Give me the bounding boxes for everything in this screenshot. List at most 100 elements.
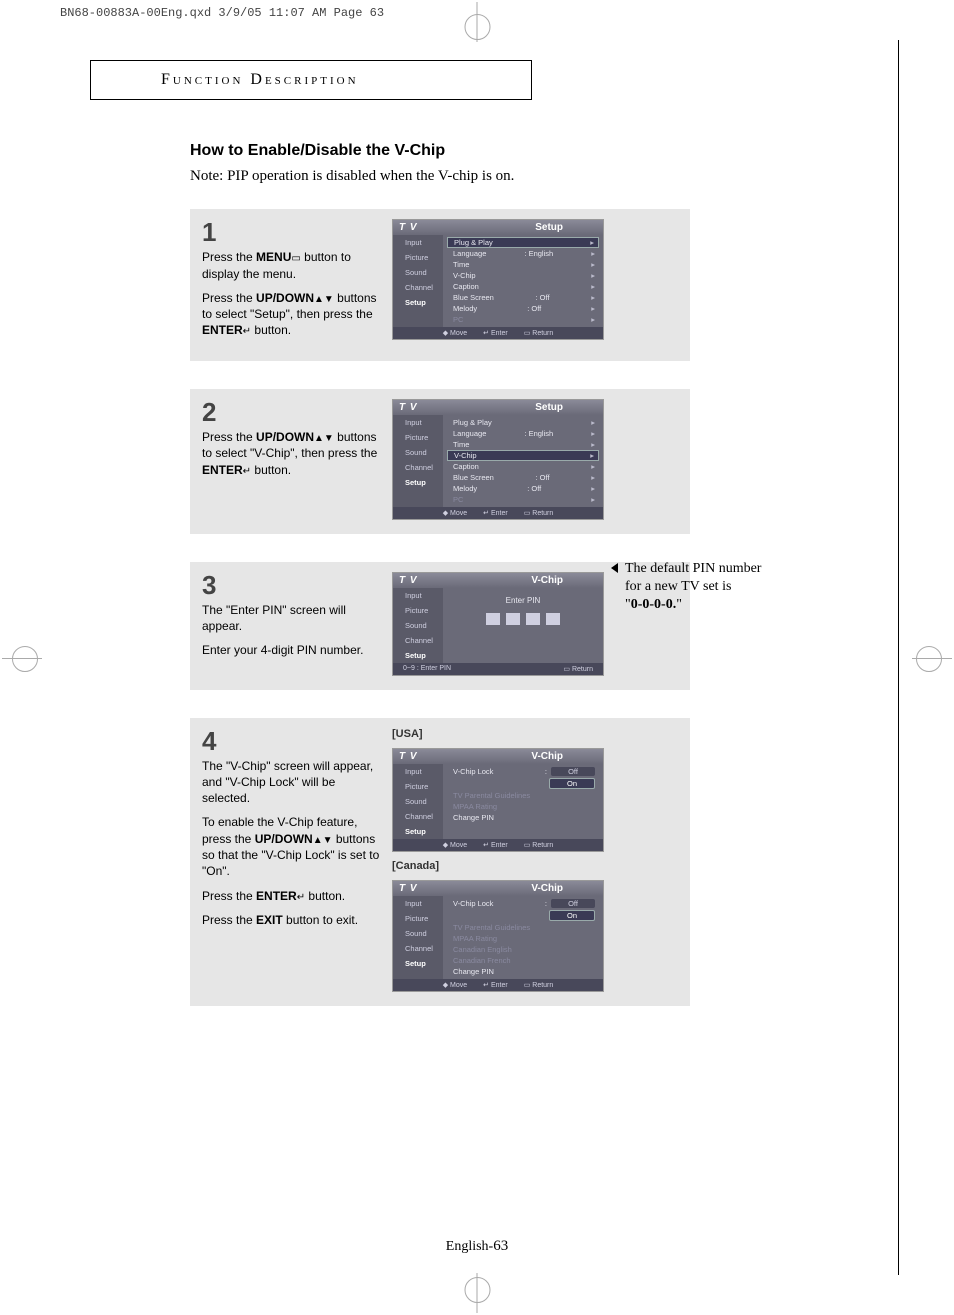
vchip-on-row: On (445, 777, 601, 790)
osd-side-sound: Sound (393, 445, 443, 460)
vchip-off-pill: Off (551, 767, 595, 776)
vchip-lock-row: V-Chip Lock : Off (445, 898, 601, 909)
osd-title: V-Chip (531, 883, 563, 894)
osd-side-sound: Sound (393, 618, 443, 633)
margin-note: The default PIN number for a new TV set … (625, 560, 795, 615)
osd-side-channel: Channel (393, 280, 443, 295)
step-1-number: 1 (202, 219, 382, 245)
osd-side-picture: Picture (393, 250, 443, 265)
txents: button to exit. (283, 913, 358, 927)
osd-row-time: Time▸ (445, 439, 601, 450)
usa-label: [USA] (392, 728, 678, 740)
page-footer: English-63 (446, 1238, 508, 1255)
osd-row-tvpg: TV Parental Guidelines (445, 922, 601, 933)
osd-row-vchip: V-Chip▸ (445, 270, 601, 281)
osd-side-setup: Setup (393, 648, 443, 663)
osd-main: V-Chip Lock : Off On TV Parental Guideli… (443, 764, 603, 839)
txt: Enter your 4-digit PIN number. (202, 642, 382, 658)
pointer-left-icon (611, 563, 618, 573)
pin-digit-3 (526, 613, 540, 625)
step-3-number: 3 (202, 572, 382, 598)
osd-row-pc: PC▸ (445, 314, 601, 325)
step-3-text: 3 The "Enter PIN" screen will appear. En… (202, 572, 382, 676)
txt: button. (251, 463, 291, 477)
osd-side-channel: Channel (393, 460, 443, 475)
osd-row-tvpg: TV Parental Guidelines (445, 790, 601, 801)
osd-side-picture: Picture (393, 779, 443, 794)
updown-btn-ref: UP/DOWN (256, 430, 314, 444)
menu-icon: ▭ (291, 253, 300, 264)
osd-row-caption: Caption▸ (445, 281, 601, 292)
osd-row-plugplay: Plug & Play▸ (445, 417, 601, 428)
osd-row-pc: PC▸ (445, 494, 601, 505)
osd-row-time: Time▸ (445, 259, 601, 270)
osd-main: Plug & Play▸ Language: English▸ Time▸ V-… (443, 415, 603, 507)
page-number: 63 (493, 1238, 508, 1254)
print-job-header: BN68-00883A-00Eng.qxd 3/9/05 11:07 AM Pa… (60, 6, 384, 20)
osd-title: Setup (535, 222, 563, 233)
menu-btn-ref: MENU (256, 250, 291, 264)
osd-tv-label: T V (399, 883, 418, 894)
osd-sidebar: Input Picture Sound Channel Setup (393, 764, 443, 839)
osd-sidebar: Input Picture Sound Channel Setup (393, 235, 443, 327)
osd-side-input: Input (393, 235, 443, 250)
crop-mark-left (2, 658, 42, 659)
page-content: Function Description How to Enable/Disab… (90, 60, 870, 1034)
osd-sidebar: Input Picture Sound Channel Setup (393, 896, 443, 979)
osd-side-channel: Channel (393, 941, 443, 956)
section-heading: How to Enable/Disable the V-Chip (190, 142, 870, 160)
txt: Press the (202, 291, 256, 305)
osd-footer: 0~9 : Enter PIN ▭ Return (393, 663, 603, 675)
exit-btn-ref: EXIT (256, 913, 283, 927)
updown-icon: ▲▼ (314, 294, 334, 305)
txt: Press the (202, 250, 256, 264)
osd-side-sound: Sound (393, 926, 443, 941)
enter-btn-ref: ENTER (256, 889, 297, 903)
osd-row-melody: Melody: Off▸ (445, 303, 601, 314)
osd-main: Plug & Play▸ Language: English▸ Time▸ V-… (443, 235, 603, 327)
osd-row-mpaa: MPAA Rating (445, 801, 601, 812)
osd-side-picture: Picture (393, 603, 443, 618)
osd-side-input: Input (393, 588, 443, 603)
osd-footer: ◆ Move ↵ Enter ▭ Return (393, 839, 603, 851)
txt: Press the (202, 430, 256, 444)
txt: The "V-Chip" screen will appear, and "V-… (202, 758, 382, 807)
step-1: 1 Press the MENU▭ button to display the … (190, 209, 690, 361)
osd-step4-usa: T VV-Chip Input Picture Sound Channel Se… (392, 748, 604, 852)
osd-step3: T VV-Chip Input Picture Sound Channel Se… (392, 572, 604, 676)
osd-row-language: Language: English▸ (445, 428, 601, 439)
txt: Press the (202, 913, 256, 927)
enter-btn-ref: ENTER (202, 463, 243, 477)
osd-sidebar: Input Picture Sound Channel Setup (393, 415, 443, 507)
updown-btn-ref: UP/DOWN (256, 291, 314, 305)
osd-footer: ◆ Move ↵ Enter ▭ Return (393, 979, 603, 991)
section-note: Note: PIP operation is disabled when the… (190, 168, 870, 185)
osd-side-input: Input (393, 764, 443, 779)
margin-note-line: "0-0-0-0." (625, 597, 682, 612)
osd-side-sound: Sound (393, 265, 443, 280)
osd-sidebar: Input Picture Sound Channel Setup (393, 588, 443, 663)
step-4-text: 4 The "V-Chip" screen will appear, and "… (202, 728, 382, 992)
osd-side-input: Input (393, 415, 443, 430)
step-4-number: 4 (202, 728, 382, 754)
osd-side-channel: Channel (393, 633, 443, 648)
updown-icon: ▲▼ (314, 433, 334, 444)
enter-pin-label: Enter PIN (445, 590, 601, 605)
osd-pin-main: Enter PIN (443, 588, 603, 663)
chapter-title: Function Description (161, 71, 359, 88)
vchip-on-row: On (445, 909, 601, 922)
osd-side-setup: Setup (393, 295, 443, 310)
step-4: 4 The "V-Chip" screen will appear, and "… (190, 718, 690, 1006)
osd-row-mpaa: MPAA Rating (445, 933, 601, 944)
osd-side-sound: Sound (393, 794, 443, 809)
osd-tv-label: T V (399, 402, 418, 413)
osd-row-vchip: V-Chip▸ (447, 450, 599, 461)
pin-digit-4 (546, 613, 560, 625)
osd-title: V-Chip (531, 575, 563, 586)
osd-row-bluescreen: Blue Screen: Off▸ (445, 472, 601, 483)
trim-line-right (898, 40, 899, 1275)
pin-digit-1 (486, 613, 500, 625)
osd-side-setup: Setup (393, 956, 443, 971)
osd-row-can-en: Canadian English (445, 944, 601, 955)
osd-side-picture: Picture (393, 911, 443, 926)
